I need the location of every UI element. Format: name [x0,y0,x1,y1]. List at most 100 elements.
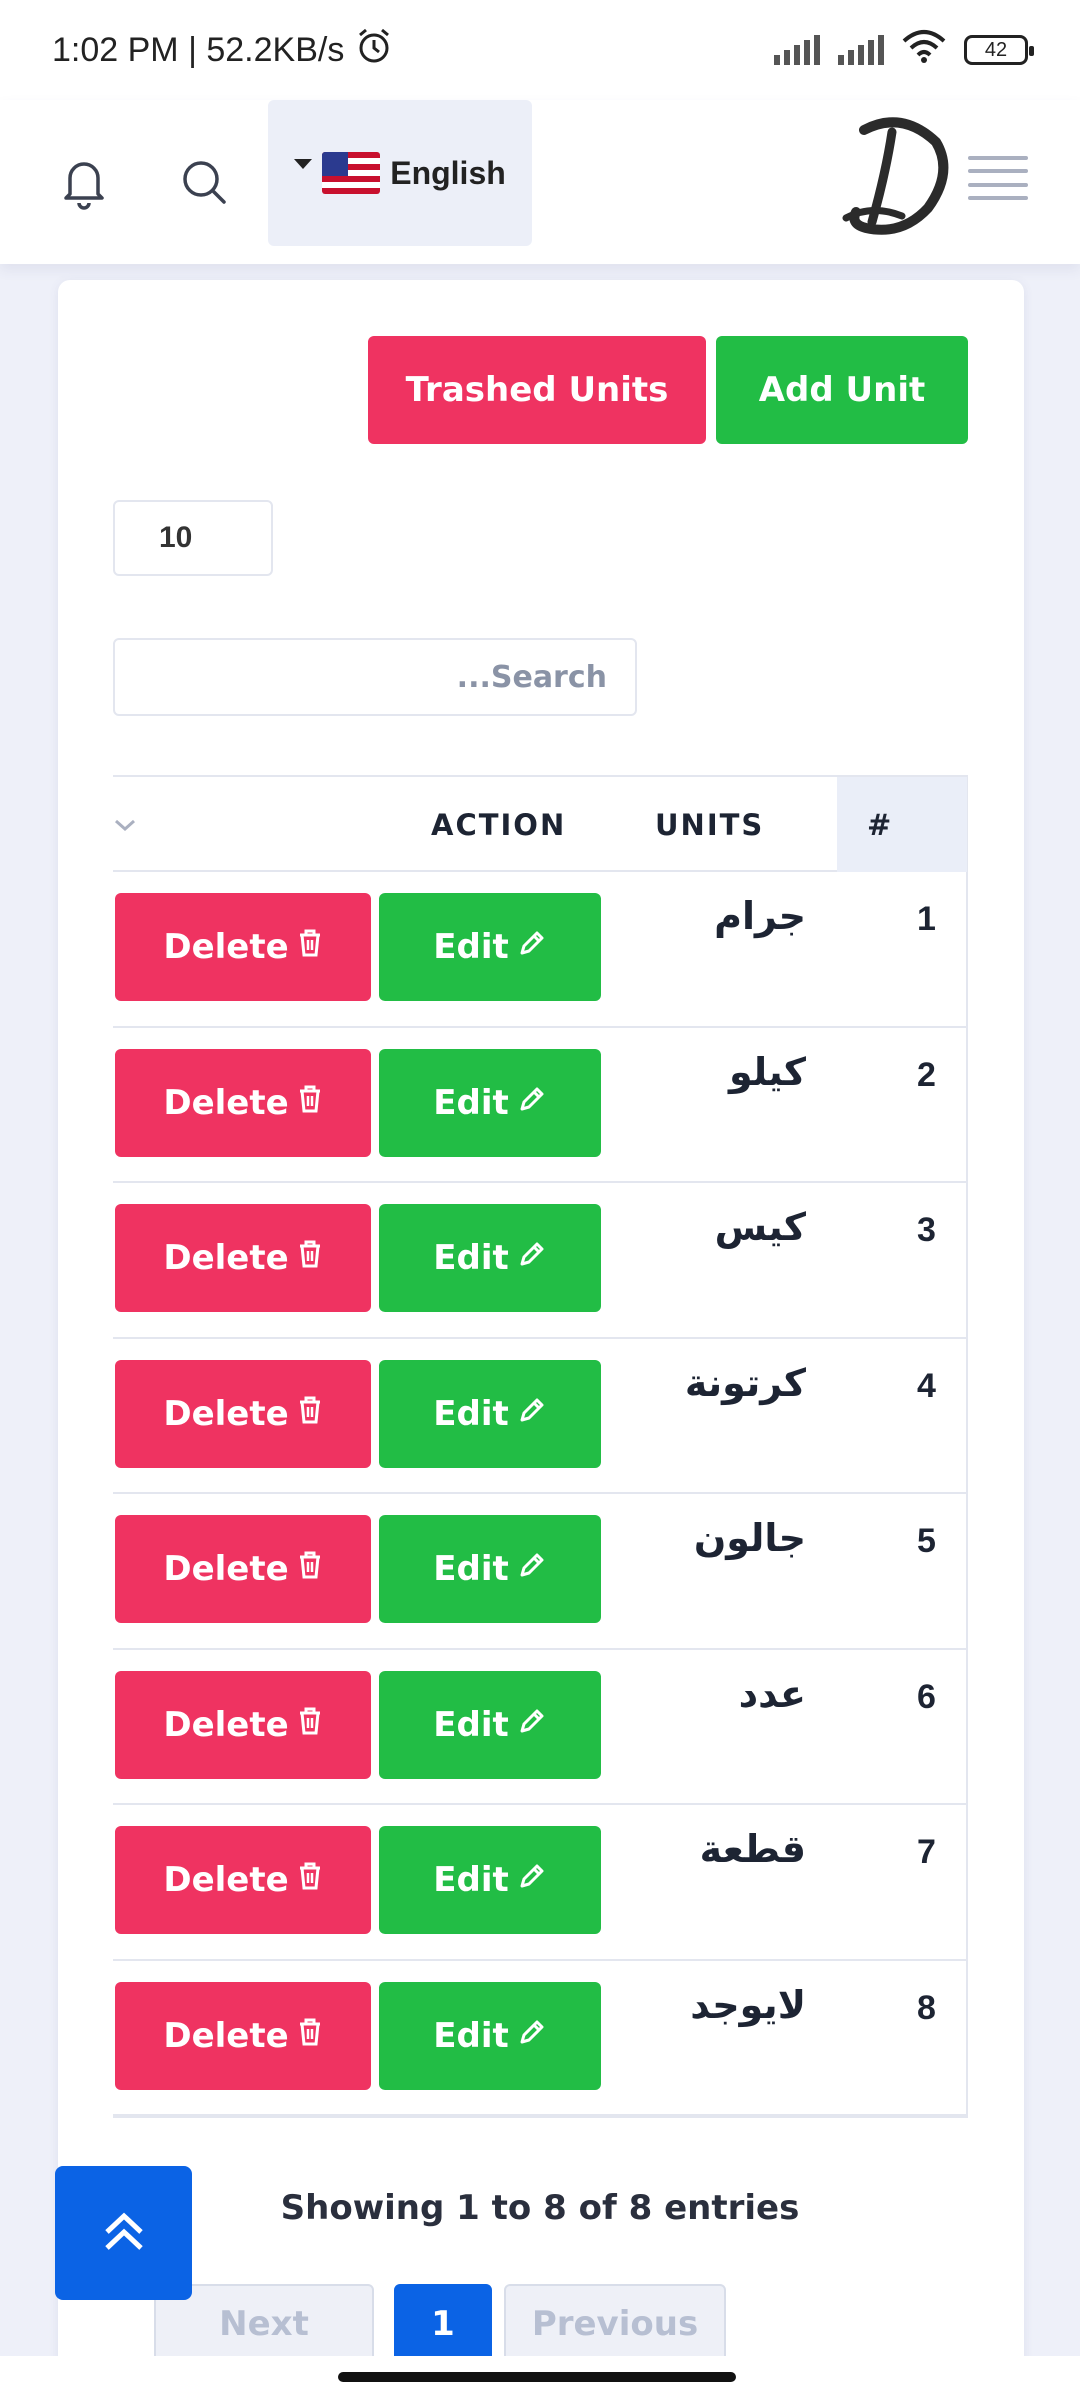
add-unit-button[interactable]: Add Unit [716,336,968,444]
unit-name: كيلو [729,1049,806,1094]
edit-button[interactable]: Edit [379,1359,601,1468]
delete-button[interactable]: Delete [115,1359,371,1468]
column-header-action[interactable]: ACTION [431,777,566,872]
page-length-select[interactable]: 10 [113,500,273,576]
signal-icon-2 [838,35,884,65]
alarm-icon [354,26,394,75]
menu-icon[interactable] [968,156,1028,200]
delete-button[interactable]: Delete [115,1204,371,1312]
table-row: 8 لايوجد Edit Delete [113,1961,966,2116]
unit-name: كيس [714,1205,806,1249]
search-icon[interactable] [172,150,236,214]
caret-down-icon [294,159,313,169]
home-indicator[interactable] [338,2372,736,2382]
row-number: 3 [917,1211,936,1249]
table-header: # UNITS ACTION [113,777,967,872]
units-table: # UNITS ACTION 1 جرام Edit Delete 2 كيلو Edit D… [113,775,968,2118]
delete-button[interactable]: Delete [115,1515,371,1623]
row-number: 1 [917,900,936,938]
table-body: 1 جرام Edit Delete 2 كيلو Edit Delete 3 كيس Edit De… [113,872,966,2116]
status-bar: 1:02 PM | 52.2KB/s 42 [0,0,1080,100]
delete-button[interactable]: Delete [115,1826,371,1934]
edit-label: Edit [433,927,509,967]
table-row: 2 كيلو Edit Delete [113,1028,966,1183]
pencil-icon [517,927,547,967]
pencil-icon [517,1705,547,1745]
edit-button[interactable]: Edit [379,1204,601,1312]
trash-icon [297,1705,323,1745]
delete-label: Delete [163,927,289,967]
unit-name: قطعة [699,1827,806,1871]
edit-label: Edit [433,1393,509,1434]
delete-button[interactable]: Delete [115,893,371,1001]
column-header-number[interactable]: # [837,777,967,872]
delete-label: Delete [163,1393,289,1434]
delete-label: Delete [163,1860,289,1900]
edit-label: Edit [433,1238,509,1278]
delete-label: Delete [163,1704,289,1745]
language-label: English [390,154,506,191]
trash-icon [297,1549,323,1589]
table-row: 7 قطعة Edit Delete [113,1805,966,1961]
double-chevron-up-icon [99,2206,149,2261]
unit-name: جرام [714,894,806,938]
pencil-icon [517,1549,547,1589]
unit-name: كرتونة [684,1360,806,1405]
edit-label: Edit [433,1549,509,1589]
edit-button[interactable]: Edit [379,1670,601,1779]
page-length-value: 10 [159,521,193,554]
language-selector[interactable]: English [268,100,532,246]
delete-button[interactable]: Delete [115,1981,371,2090]
table-row: 4 كرتونة Edit Delete [113,1339,966,1494]
row-number: 7 [917,1833,936,1871]
edit-label: Edit [433,1082,509,1123]
delete-label: Delete [163,2015,289,2056]
row-number: 2 [917,1055,936,1094]
delete-label: Delete [163,1549,289,1589]
table-row: 1 جرام Edit Delete [113,872,966,1028]
unit-name: لايوجد [690,1982,806,2027]
search-input[interactable] [113,638,637,716]
unit-name: جالون [693,1516,806,1560]
edit-button[interactable]: Edit [379,1048,601,1157]
edit-button[interactable]: Edit [379,1826,601,1934]
column-header-units[interactable]: UNITS [655,777,764,872]
trash-icon [297,1394,323,1434]
bell-icon[interactable] [52,150,116,214]
logo[interactable] [842,112,952,244]
battery-level: 42 [984,38,1008,61]
edit-label: Edit [433,2015,509,2056]
row-number: 8 [917,1988,936,2027]
trash-icon [297,1083,323,1123]
edit-button[interactable]: Edit [379,1515,601,1623]
edit-label: Edit [433,1860,509,1900]
page-button-current[interactable]: 1 [394,2284,492,2364]
trashed-units-button[interactable]: Trashed Units [368,336,706,444]
delete-label: Delete [163,1082,289,1123]
signal-icon [774,35,820,65]
pencil-icon [517,1083,547,1123]
chevron-down-icon[interactable] [113,777,137,872]
delete-label: Delete [163,1238,289,1278]
scroll-to-top-button[interactable] [55,2166,192,2300]
table-row: 6 عدد Edit Delete [113,1650,966,1805]
trash-icon [297,927,323,967]
delete-button[interactable]: Delete [115,1048,371,1157]
edit-button[interactable]: Edit [379,893,601,1001]
pencil-icon [517,1860,547,1900]
pencil-icon [517,1394,547,1434]
edit-button[interactable]: Edit [379,1981,601,2090]
edit-label: Edit [433,1704,509,1745]
table-row: 5 جالون Edit Delete [113,1494,966,1650]
row-number: 4 [917,1366,936,1405]
battery-icon: 42 [964,35,1034,65]
trash-icon [297,2016,323,2056]
row-number: 6 [917,1677,936,1716]
wifi-icon [902,29,946,72]
previous-page-button[interactable]: Previous [504,2284,726,2364]
unit-name: عدد [738,1671,806,1716]
us-flag-icon [322,152,381,194]
delete-button[interactable]: Delete [115,1670,371,1779]
pencil-icon [517,2016,547,2056]
row-number: 5 [917,1522,936,1560]
